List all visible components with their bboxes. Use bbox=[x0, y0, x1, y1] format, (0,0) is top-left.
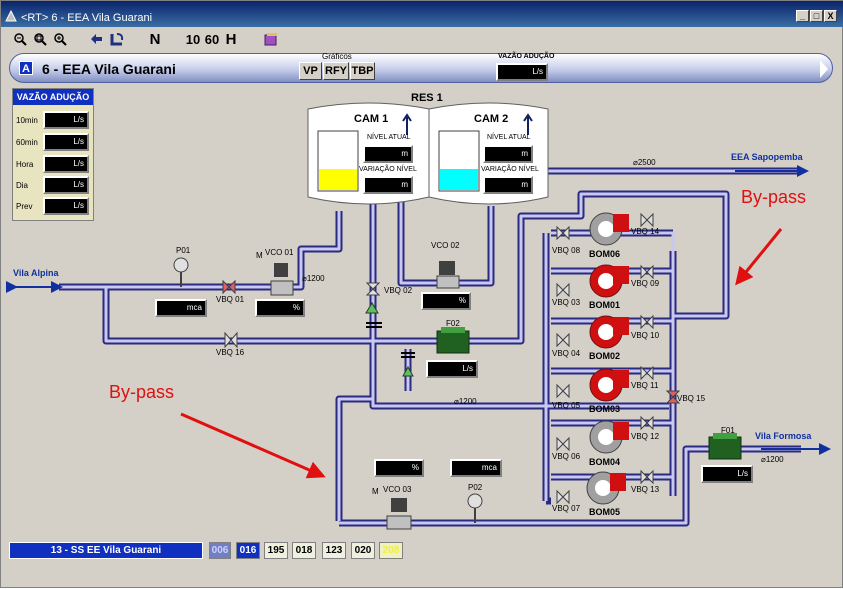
pressure-gauge-p02[interactable] bbox=[467, 493, 483, 523]
valve-vbq08[interactable] bbox=[556, 225, 570, 241]
bottom-bar: 13 - SS EE Vila Guarani 006 016 195 018 … bbox=[3, 537, 841, 565]
f01-label: F01 bbox=[721, 426, 735, 435]
cam1-nivel-display: m bbox=[363, 145, 413, 163]
substation-selector[interactable]: 13 - SS EE Vila Guarani bbox=[9, 542, 203, 559]
vco01-label: VCO 01 bbox=[265, 248, 294, 257]
bom02-label: BOM02 bbox=[589, 351, 621, 361]
diameter-label: ⌀1200 bbox=[302, 274, 325, 283]
bypass-label: By-pass bbox=[109, 382, 175, 402]
bom05-label: BOM05 bbox=[589, 507, 621, 517]
valve-vbq04[interactable] bbox=[556, 332, 570, 348]
vbq07-label: VBQ 07 bbox=[552, 504, 581, 513]
bottom-button[interactable]: 006 bbox=[209, 542, 231, 559]
bypass-arrow-icon bbox=[735, 228, 783, 286]
vbq14-label: VBQ 14 bbox=[631, 227, 660, 236]
pump-bom04[interactable] bbox=[589, 420, 629, 454]
pump-bom02[interactable] bbox=[589, 315, 629, 349]
vila-formosa-label: Vila Formosa bbox=[755, 431, 812, 441]
bottom-button[interactable]: 016 bbox=[236, 542, 260, 559]
vbq11-label: VBQ 11 bbox=[631, 381, 659, 390]
vbq06-label: VBQ 06 bbox=[552, 452, 581, 461]
bom01-label: BOM01 bbox=[589, 300, 621, 310]
vbq15-label: VBQ 15 bbox=[677, 394, 706, 403]
vbq08-label: VBQ 08 bbox=[552, 246, 581, 255]
valve-vbq06[interactable] bbox=[556, 436, 570, 452]
bottom-button[interactable]: 208 bbox=[379, 542, 403, 559]
f01-flow-display: L/s bbox=[701, 465, 753, 483]
flowmeter-f01[interactable] bbox=[708, 433, 742, 460]
cam2-nivel-label: NÍVEL ATUAL bbox=[487, 134, 531, 141]
bom03-label: BOM03 bbox=[589, 404, 621, 414]
cam1-nivel-label: NÍVEL ATUAL bbox=[367, 134, 411, 141]
valve-vbq03[interactable] bbox=[556, 282, 570, 298]
vco03-label: VCO 03 bbox=[383, 485, 412, 494]
valve-vbq05[interactable] bbox=[556, 383, 570, 399]
cam2-level-fill bbox=[440, 169, 478, 190]
control-valve-vco02[interactable] bbox=[436, 261, 460, 289]
p01-label: P01 bbox=[176, 246, 191, 255]
valve-vbq01[interactable] bbox=[222, 279, 236, 295]
vila-alpina-label: Vila Alpina bbox=[13, 268, 59, 278]
diameter-label: ⌀1200 bbox=[454, 397, 477, 406]
flowmeter-f02[interactable] bbox=[436, 327, 470, 354]
control-valve-vco01[interactable] bbox=[270, 263, 294, 296]
pump-bom05[interactable] bbox=[586, 471, 626, 505]
valve-vbq13[interactable] bbox=[640, 469, 654, 485]
valve-vbq14[interactable] bbox=[640, 212, 654, 228]
vco02-label: VCO 02 bbox=[431, 241, 460, 250]
cam1-var-display: m bbox=[363, 176, 413, 194]
bom06-label: BOM06 bbox=[589, 249, 621, 259]
vbq10-label: VBQ 10 bbox=[631, 331, 660, 340]
vbq05-label: VBQ 05 bbox=[552, 401, 581, 410]
cam1-name: CAM 1 bbox=[354, 113, 389, 125]
vbq16-label: VBQ 16 bbox=[216, 348, 245, 357]
pump-bom01[interactable] bbox=[589, 264, 629, 298]
p02-label: P02 bbox=[468, 483, 483, 492]
valve-vbq16[interactable] bbox=[224, 331, 238, 349]
valve-vbq12[interactable] bbox=[640, 415, 654, 431]
vco02-position-display: % bbox=[421, 292, 471, 310]
pressure-gauge-p01[interactable] bbox=[173, 257, 189, 287]
p02-pressure-display: mca bbox=[450, 459, 502, 477]
vco01-m-label: M bbox=[256, 251, 263, 260]
pipes bbox=[59, 167, 801, 527]
vbq13-label: VBQ 13 bbox=[631, 485, 660, 494]
valve-vbq07[interactable] bbox=[556, 489, 570, 505]
vbq09-label: VBQ 09 bbox=[631, 279, 660, 288]
vco03-position-display: % bbox=[374, 459, 424, 477]
vbq04-label: VBQ 04 bbox=[552, 349, 581, 358]
cam2-nivel-display: m bbox=[483, 145, 533, 163]
bottom-button[interactable]: 018 bbox=[292, 542, 316, 559]
pump-bom06[interactable] bbox=[589, 212, 629, 246]
bypass-label: By-pass bbox=[741, 187, 807, 207]
bottom-button[interactable]: 123 bbox=[322, 542, 346, 559]
vbq12-label: VBQ 12 bbox=[631, 432, 660, 441]
vbq01-label: VBQ 01 bbox=[216, 295, 245, 304]
vco01-position-display: % bbox=[255, 299, 305, 317]
cam2-var-label: VARIAÇÃO NÍVEL bbox=[481, 166, 539, 173]
eea-sapopemba-label: EEA Sapopemba bbox=[731, 152, 803, 162]
vbq03-label: VBQ 03 bbox=[552, 298, 581, 307]
bottom-button[interactable]: 020 bbox=[351, 542, 375, 559]
cam2-name: CAM 2 bbox=[474, 113, 509, 125]
diameter-label: ⌀1200 bbox=[761, 455, 784, 464]
control-valve-vco03[interactable] bbox=[386, 498, 412, 530]
f02-label: F02 bbox=[446, 319, 460, 328]
diameter-label: ⌀2500 bbox=[633, 158, 656, 167]
bypass-arrow-icon bbox=[180, 412, 326, 479]
status-bar bbox=[1, 567, 842, 587]
bom04-label: BOM04 bbox=[589, 457, 621, 467]
vbq02-label: VBQ 02 bbox=[384, 286, 413, 295]
cam2-var-display: m bbox=[483, 176, 533, 194]
valve-vbq02[interactable] bbox=[365, 282, 381, 296]
pump-bom03[interactable] bbox=[589, 368, 629, 402]
bottom-button[interactable]: 195 bbox=[264, 542, 288, 559]
p01-pressure-display: mca bbox=[155, 299, 207, 317]
vco03-m-label: M bbox=[372, 487, 379, 496]
res1-title: RES 1 bbox=[411, 92, 443, 104]
scada-window: <RT> 6 - EEA Vila Guarani _ □ X N 10 60 … bbox=[0, 0, 843, 588]
cam1-var-label: VARIAÇÃO NÍVEL bbox=[359, 166, 417, 173]
cam1-level-fill bbox=[319, 169, 357, 190]
f02-flow-display: L/s bbox=[426, 360, 478, 378]
